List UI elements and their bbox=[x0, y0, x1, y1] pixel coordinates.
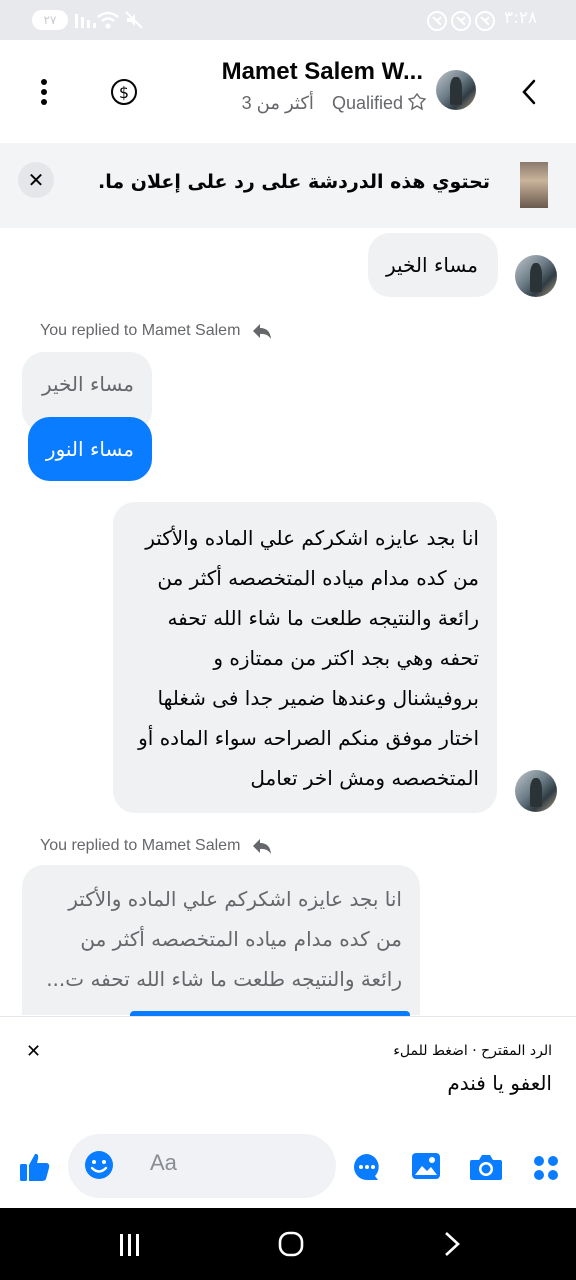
camera-icon[interactable] bbox=[469, 1153, 503, 1181]
contact-subtitle[interactable]: أكثر من 3 Qualified bbox=[241, 92, 427, 114]
notification-icons bbox=[427, 11, 495, 31]
gallery-icon[interactable] bbox=[411, 1152, 441, 1180]
incoming-message[interactable]: مساء الخير bbox=[368, 233, 498, 297]
message-composer: Aa bbox=[0, 1126, 576, 1208]
message-line: رائعة والنتيجه طلعت ما شاء الله تحفه ت..… bbox=[46, 967, 402, 991]
contact-name[interactable]: Mamet Salem W... bbox=[222, 58, 423, 86]
ad-banner-text: تحتوي هذه الدردشة على رد على إعلان ما. bbox=[98, 171, 490, 193]
home-icon[interactable] bbox=[277, 1230, 305, 1258]
message-line: رائعة والنتيجه طلعت ما شاء الله تحفه bbox=[167, 606, 479, 630]
emoji-icon[interactable] bbox=[84, 1150, 114, 1180]
message-line: بروفيشنال وعندها ضمير جدا فى شغلها bbox=[157, 686, 479, 710]
contact-avatar[interactable] bbox=[436, 70, 476, 110]
label-status: Qualified bbox=[331, 93, 403, 113]
more-labels-text: أكثر من 3 bbox=[241, 93, 314, 113]
reply-label: You replied to Mamet Salem bbox=[40, 322, 273, 340]
message-line: من كده مدام مياده المتخصصه أكثر من bbox=[157, 566, 479, 590]
message-line: انا بجد عايزه اشكركم علي الماده والأكتر bbox=[145, 526, 479, 550]
suggested-reply-panel: ✕ الرد المقترح · اضغط للملء العفو يا فند… bbox=[0, 1016, 576, 1126]
recent-apps-icon[interactable] bbox=[118, 1232, 142, 1258]
status-bar: ٢٧ ٣:٢٨ bbox=[0, 0, 576, 40]
signal-icon bbox=[75, 14, 96, 28]
reply-arrow-icon bbox=[252, 324, 271, 339]
sender-avatar[interactable] bbox=[515, 770, 557, 812]
reply-label: You replied to Mamet Salem bbox=[40, 837, 273, 855]
message-line: المتخصصه ومش اخر تعامل bbox=[250, 766, 479, 790]
ad-reply-banner: تحتوي هذه الدردشة على رد على إعلان ما. bbox=[0, 143, 576, 228]
dollar-icon[interactable]: $ bbox=[110, 78, 138, 106]
svg-text:$: $ bbox=[119, 83, 129, 102]
mute-icon bbox=[125, 11, 143, 29]
more-apps-icon[interactable] bbox=[532, 1154, 560, 1182]
label-icon bbox=[407, 92, 427, 111]
battery-indicator: ٢٧ bbox=[32, 10, 68, 30]
suggested-reply[interactable]: العفو يا فندم bbox=[447, 1071, 552, 1095]
message-line: اختار موفق منكم الصراحه سواء الماده أو bbox=[138, 726, 479, 750]
clock: ٣:٢٨ bbox=[504, 8, 538, 28]
chat-icon[interactable] bbox=[352, 1152, 382, 1182]
suggestion-hint: الرد المقترح · اضغط للملء bbox=[393, 1043, 552, 1059]
reply-arrow-icon bbox=[252, 839, 271, 854]
like-icon[interactable] bbox=[18, 1150, 52, 1184]
ad-thumbnail[interactable] bbox=[520, 162, 548, 208]
sender-avatar[interactable] bbox=[515, 255, 557, 297]
more-vertical-icon[interactable] bbox=[34, 78, 54, 106]
wifi-icon bbox=[97, 11, 119, 29]
system-navigation-bar bbox=[0, 1208, 576, 1280]
quoted-message-long[interactable]: انا بجد عايزه اشكركم علي الماده والأكتر … bbox=[22, 865, 420, 1015]
outgoing-message[interactable]: مساء النور bbox=[28, 417, 152, 481]
close-suggestion-button[interactable]: ✕ bbox=[26, 1041, 41, 1062]
nav-back-icon[interactable] bbox=[442, 1230, 462, 1258]
message-line: من كده مدام مياده المتخصصه أكثر من bbox=[80, 927, 402, 951]
input-placeholder: Aa bbox=[150, 1150, 177, 1175]
incoming-message-long[interactable]: انا بجد عايزه اشكركم علي الماده والأكتر … bbox=[113, 502, 497, 813]
back-icon[interactable] bbox=[520, 78, 538, 106]
close-banner-button[interactable]: ✕ bbox=[18, 162, 54, 198]
chat-header: $ Mamet Salem W... أكثر من 3 Qualified bbox=[0, 40, 576, 143]
message-line: انا بجد عايزه اشكركم علي الماده والأكتر bbox=[68, 887, 402, 911]
message-line: تحفه وهي بجد اكتر من ممتازه و bbox=[213, 646, 479, 670]
